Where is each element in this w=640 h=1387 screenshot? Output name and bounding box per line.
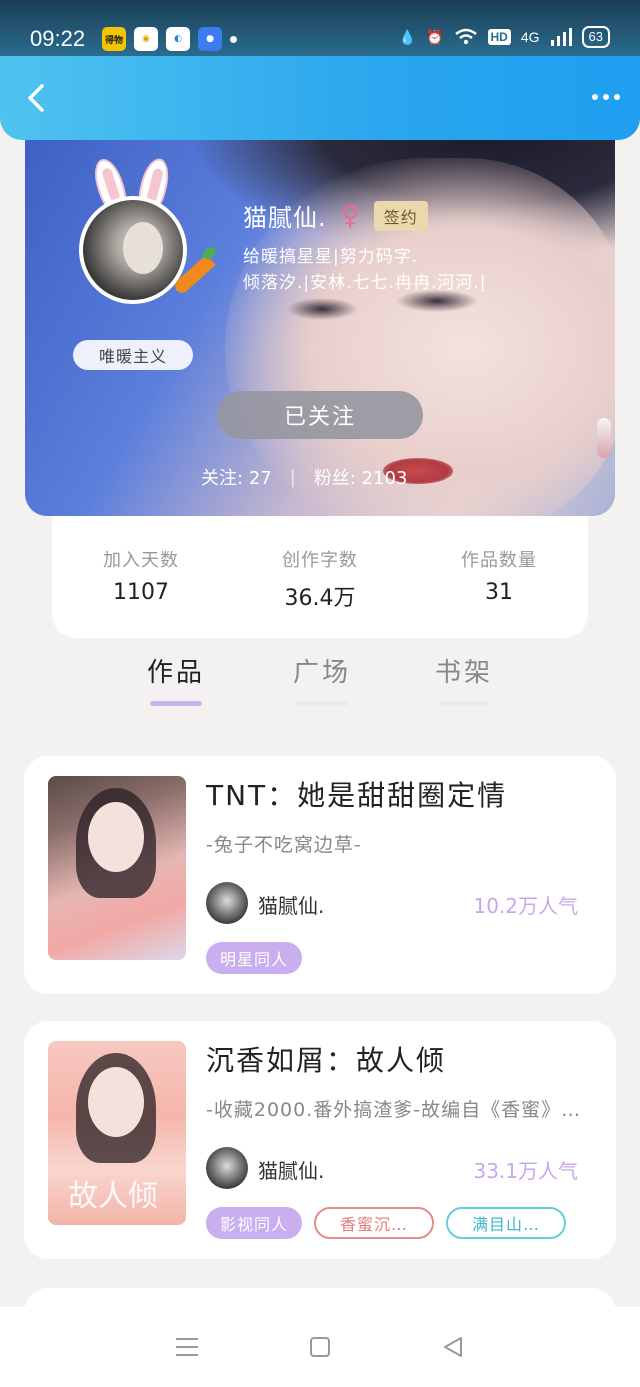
fans-label: 粉丝: xyxy=(313,468,356,489)
tab-square[interactable]: 广场 xyxy=(282,652,362,706)
book-tag[interactable]: 满目山… xyxy=(446,1207,567,1239)
status-notification-icons: 得物 ◉ ◐ ● xyxy=(102,27,237,51)
more-dot-icon xyxy=(603,94,609,100)
book-title[interactable]: TNT：她是甜甜圈定情 xyxy=(206,774,507,814)
stat-label: 创作字数 xyxy=(282,550,358,571)
book-tag[interactable]: 影视同人 xyxy=(206,1207,303,1239)
book-tags: 影视同人 香蜜沉… 满目山… xyxy=(206,1207,567,1239)
bio: 给暖搞星星|努力码字. 倾落汐.|安林.七七.冉冉.河河.| xyxy=(243,244,486,296)
tab-indicator xyxy=(150,701,202,706)
back-button[interactable] xyxy=(18,78,58,118)
female-symbol-icon: ♀ xyxy=(340,200,360,231)
hd-icon: HD xyxy=(487,29,511,45)
more-options-button[interactable] xyxy=(580,82,620,112)
follow-button[interactable]: 已关注 xyxy=(217,391,423,439)
app-bar xyxy=(0,56,640,140)
stat-value: 31 xyxy=(485,580,513,605)
book-subtitle: -收藏2000.番外搞渣爹-故编自《香蜜》… xyxy=(206,1099,582,1121)
profile-header-card: 唯暖主义 猫腻仙. ♀ 签约 给暖搞星星|努力码字. 倾落汐.|安林.七七.冉冉… xyxy=(25,118,615,516)
author-name: 猫腻仙. xyxy=(258,894,325,918)
author-avatar xyxy=(206,1147,248,1189)
square-icon xyxy=(309,1337,330,1357)
book-cover[interactable] xyxy=(48,776,186,960)
cover-art xyxy=(88,802,144,872)
network-type: 4G xyxy=(520,29,540,45)
following-label: 关注: xyxy=(201,468,244,489)
popularity-count: 10.2万人气 xyxy=(473,894,578,918)
author-name: 猫腻仙. xyxy=(258,1159,325,1183)
triangle-back-icon xyxy=(444,1337,463,1357)
nickname: 猫腻仙. xyxy=(243,204,327,232)
bio-line: 倾落汐.|安林.七七.冉冉.河河.| xyxy=(243,273,487,293)
status-system-icons: 💧 ⏰ HD 4G 63 xyxy=(399,26,610,48)
avatar-photo xyxy=(123,222,163,274)
nickname-row: 猫腻仙. ♀ 签约 xyxy=(243,198,428,233)
book-card[interactable]: 故人倾 沉香如屑：故人倾 -收藏2000.番外搞渣爹-故编自《香蜜》… 猫腻仙.… xyxy=(24,1021,616,1259)
tab-label: 作品 xyxy=(146,658,205,688)
more-dot-icon xyxy=(614,94,620,100)
system-navigation-bar xyxy=(0,1307,640,1387)
avatar[interactable] xyxy=(79,196,187,304)
divider: | xyxy=(289,466,296,488)
book-tag[interactable]: 明星同人 xyxy=(206,942,303,974)
more-notifications-dot xyxy=(230,35,237,43)
stat-join-days: 加入天数 1107 xyxy=(66,546,216,605)
book-tag[interactable]: 香蜜沉… xyxy=(314,1207,435,1239)
cover-title-art: 故人倾 xyxy=(68,1179,158,1214)
book-cover[interactable]: 故人倾 xyxy=(48,1041,186,1225)
status-time: 09:22 xyxy=(30,26,86,51)
signal-icon xyxy=(550,28,572,46)
background-photo-detail xyxy=(287,298,357,320)
avatar-frame[interactable] xyxy=(77,155,216,308)
notification-app-icon: ◉ xyxy=(134,27,158,51)
book-tags: 明星同人 xyxy=(206,942,303,974)
stat-value: 36.4万 xyxy=(284,586,356,611)
follow-stats: 关注: 27 | 粉丝: 2103 xyxy=(201,464,407,490)
fans-link[interactable]: 粉丝: 2103 xyxy=(314,464,408,490)
tab-indicator xyxy=(296,701,348,706)
system-back-button[interactable] xyxy=(435,1329,471,1365)
chat-app-icon: ● xyxy=(198,27,222,51)
recent-apps-button[interactable] xyxy=(169,1329,205,1365)
alarm-icon: ⏰ xyxy=(426,28,444,45)
more-dot-icon xyxy=(592,94,598,100)
motto-badge: 唯暖主义 xyxy=(73,340,193,370)
tab-indicator xyxy=(438,701,490,706)
menu-icon xyxy=(175,1338,198,1356)
following-link[interactable]: 关注: 27 xyxy=(201,464,272,490)
cover-art xyxy=(88,1067,144,1137)
profile-tabs: 作品 广场 书架 xyxy=(0,652,640,712)
browser-app-icon: ◐ xyxy=(166,27,190,51)
tab-label: 广场 xyxy=(292,658,351,688)
book-title[interactable]: 沉香如屑：故人倾 xyxy=(206,1039,446,1079)
tab-label: 书架 xyxy=(434,658,493,688)
fans-count: 2103 xyxy=(361,468,408,489)
dewu-app-icon: 得物 xyxy=(102,27,126,51)
signed-badge: 签约 xyxy=(373,200,428,231)
chevron-left-icon xyxy=(28,84,44,112)
background-photo-detail xyxy=(597,418,611,458)
following-count: 27 xyxy=(248,468,272,489)
battery-icon: 63 xyxy=(581,26,610,48)
stat-value: 1107 xyxy=(113,580,169,605)
author-avatar xyxy=(206,882,248,924)
stat-word-count: 创作字数 36.4万 xyxy=(245,546,395,612)
stat-label: 加入天数 xyxy=(103,550,179,571)
popularity-count: 33.1万人气 xyxy=(473,1159,578,1183)
stat-label: 作品数量 xyxy=(461,550,537,571)
wifi-icon xyxy=(454,28,477,45)
book-card[interactable]: TNT：她是甜甜圈定情 -兔子不吃窝边草- 猫腻仙. 10.2万人气 明星同人 xyxy=(24,756,616,994)
tab-bookshelf[interactable]: 书架 xyxy=(424,652,504,706)
tab-works[interactable]: 作品 xyxy=(136,652,216,706)
bio-line: 给暖搞星星|努力码字. xyxy=(243,247,419,267)
home-button[interactable] xyxy=(302,1329,338,1365)
stat-works-count: 作品数量 31 xyxy=(424,546,574,605)
book-subtitle: -兔子不吃窝边草- xyxy=(206,834,362,856)
water-drop-icon: 💧 xyxy=(398,28,417,45)
